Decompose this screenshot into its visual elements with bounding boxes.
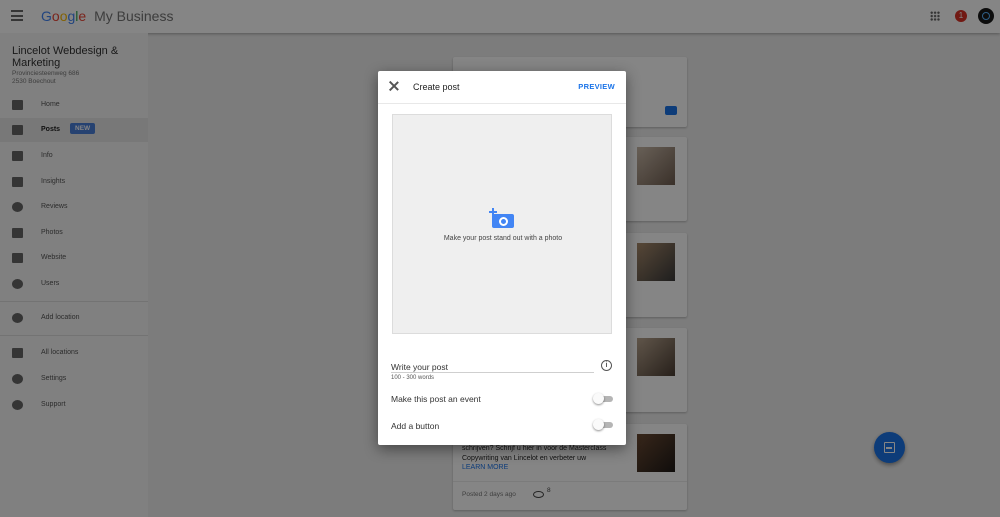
dialog-title: Create post bbox=[413, 82, 460, 92]
dialog-header-divider bbox=[378, 103, 626, 104]
add-button-toggle[interactable] bbox=[593, 419, 613, 430]
info-icon[interactable]: i bbox=[601, 360, 612, 371]
preview-button[interactable]: PREVIEW bbox=[578, 82, 615, 91]
add-photo-camera-icon bbox=[489, 208, 514, 228]
word-count-hint: 100 - 300 words bbox=[391, 375, 435, 381]
add-photo-area[interactable]: Make your post stand out with a photo bbox=[392, 114, 612, 334]
create-post-dialog: Create post PREVIEW Make your post stand… bbox=[378, 71, 626, 445]
button-toggle-label: Add a button bbox=[391, 421, 440, 431]
post-text-input[interactable]: Write your post bbox=[391, 362, 448, 372]
event-toggle-label: Make this post an event bbox=[391, 394, 481, 404]
photo-caption: Make your post stand out with a photo bbox=[443, 235, 563, 242]
close-icon[interactable] bbox=[388, 80, 400, 92]
post-text-underline bbox=[391, 372, 594, 373]
event-toggle[interactable] bbox=[593, 393, 613, 404]
